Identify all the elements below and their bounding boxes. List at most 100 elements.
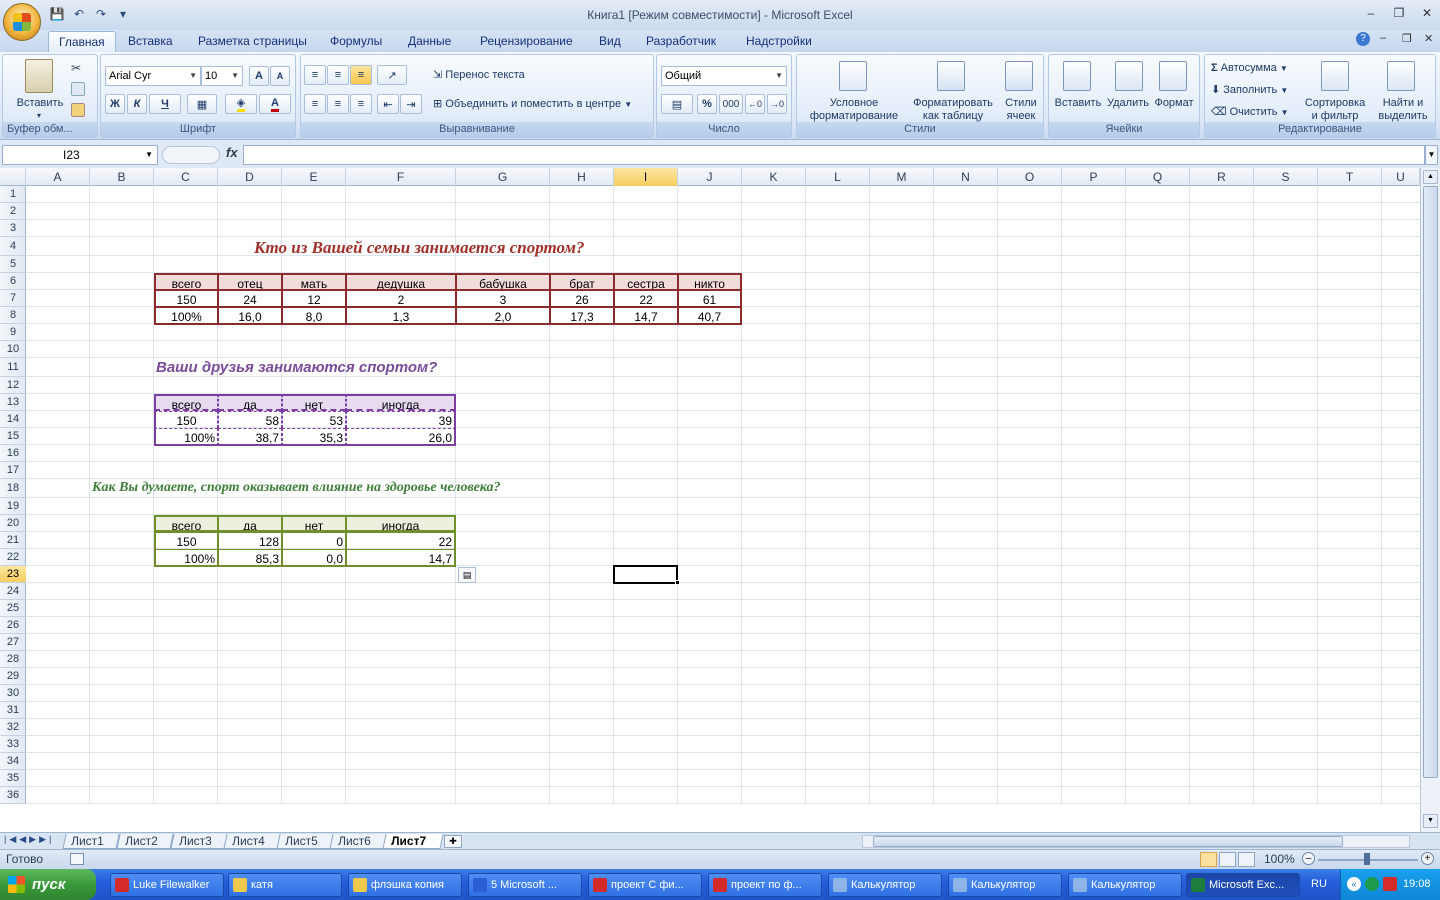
- tab-addins[interactable]: Надстройки: [736, 31, 822, 52]
- format-painter-icon[interactable]: [71, 103, 85, 117]
- expand-formula-icon[interactable]: ▼: [1425, 145, 1438, 165]
- wrap-text-button[interactable]: ⇲ Перенос текста: [433, 66, 525, 84]
- table1-cell[interactable]: 8,0: [282, 307, 346, 325]
- tab-view[interactable]: Вид: [589, 31, 631, 52]
- close-icon[interactable]: ✕: [1418, 5, 1436, 21]
- restore-icon[interactable]: ❐: [1390, 5, 1408, 21]
- table2-cell[interactable]: иногда: [346, 394, 456, 411]
- row-header[interactable]: 30: [0, 685, 26, 702]
- row-header[interactable]: 9: [0, 324, 26, 341]
- column-header[interactable]: A: [26, 168, 90, 186]
- decrease-decimal-icon[interactable]: →0: [767, 94, 787, 114]
- sheet-tab[interactable]: Лист1: [62, 834, 120, 849]
- clear-button[interactable]: ⌫ Очистить ▼: [1211, 103, 1289, 121]
- decrease-indent-icon[interactable]: ⇤: [377, 94, 399, 114]
- align-center-icon[interactable]: ≡: [327, 94, 349, 114]
- align-right-icon[interactable]: ≡: [350, 94, 372, 114]
- merge-center-button[interactable]: ⊞ Объединить и поместить в центре ▼: [433, 95, 632, 113]
- format-as-table-icon[interactable]: [937, 61, 965, 91]
- row-header[interactable]: 32: [0, 719, 26, 736]
- column-header[interactable]: R: [1190, 168, 1254, 186]
- vertical-scrollbar[interactable]: ▲ ▼: [1420, 168, 1440, 832]
- taskbar-item[interactable]: Luke Filewalker: [110, 873, 224, 897]
- table2-cell[interactable]: 39: [346, 411, 456, 428]
- redo-icon[interactable]: ↷: [92, 5, 110, 23]
- borders-button[interactable]: ▦: [187, 94, 217, 114]
- row-header[interactable]: 24: [0, 583, 26, 600]
- column-header[interactable]: H: [550, 168, 614, 186]
- cell-styles-icon[interactable]: [1005, 61, 1033, 91]
- table2-cell[interactable]: 38,7: [218, 428, 282, 446]
- table1-cell[interactable]: 14,7: [614, 307, 678, 325]
- minimize-icon[interactable]: –: [1362, 5, 1380, 21]
- column-header[interactable]: U: [1382, 168, 1420, 186]
- row-header[interactable]: 35: [0, 770, 26, 787]
- zoom-level[interactable]: 100%: [1264, 852, 1295, 866]
- row-header[interactable]: 23: [0, 566, 26, 583]
- column-header[interactable]: O: [998, 168, 1062, 186]
- active-cell[interactable]: [613, 565, 678, 584]
- row-header[interactable]: 36: [0, 787, 26, 804]
- row-header[interactable]: 25: [0, 600, 26, 617]
- undo-icon[interactable]: ↶: [70, 5, 88, 23]
- font-color-button[interactable]: A: [259, 94, 291, 114]
- column-header[interactable]: I: [614, 168, 678, 186]
- align-bottom-icon[interactable]: ≡: [350, 65, 372, 85]
- table3-cell[interactable]: нет: [282, 515, 346, 532]
- table1-cell[interactable]: 17,3: [550, 307, 614, 325]
- table2-cell[interactable]: да: [218, 394, 282, 411]
- table3-cell[interactable]: 150: [154, 532, 218, 549]
- column-header[interactable]: P: [1062, 168, 1126, 186]
- insert-sheet-icon[interactable]: ✚: [444, 835, 462, 848]
- cut-icon[interactable]: ✂: [71, 61, 85, 75]
- table1-cell[interactable]: 40,7: [678, 307, 742, 325]
- page-layout-view-icon[interactable]: [1219, 852, 1236, 867]
- table1-cell[interactable]: брат: [550, 273, 614, 290]
- normal-view-icon[interactable]: [1200, 852, 1217, 867]
- vertical-scroll-thumb[interactable]: [1423, 186, 1438, 778]
- column-header[interactable]: N: [934, 168, 998, 186]
- table3-cell[interactable]: да: [218, 515, 282, 532]
- row-header[interactable]: 10: [0, 341, 26, 358]
- row-header[interactable]: 33: [0, 736, 26, 753]
- font-size-combo[interactable]: 10 ▼: [201, 66, 243, 86]
- table3-cell[interactable]: 0,0: [282, 549, 346, 567]
- find-select-button[interactable]: Найти и выделить: [1371, 97, 1435, 123]
- table2-cell[interactable]: 35,3: [282, 428, 346, 446]
- sheet-tab[interactable]: Лист6: [329, 834, 387, 849]
- column-header[interactable]: T: [1318, 168, 1382, 186]
- table3-cell[interactable]: 22: [346, 532, 456, 549]
- sheet-tab[interactable]: Лист2: [116, 834, 174, 849]
- language-indicator[interactable]: RU: [1311, 878, 1327, 890]
- scroll-up-icon[interactable]: ▲: [1423, 170, 1438, 184]
- customize-qat-icon[interactable]: ▾: [114, 5, 132, 23]
- column-header[interactable]: S: [1254, 168, 1318, 186]
- table1-cell[interactable]: 150: [154, 290, 218, 307]
- thousands-button[interactable]: 000: [719, 94, 743, 114]
- tray-arrow-icon[interactable]: «: [1347, 877, 1361, 891]
- doc-restore-icon[interactable]: ❐: [1402, 32, 1412, 45]
- column-header[interactable]: L: [806, 168, 870, 186]
- taskbar-item[interactable]: Microsoft Exc...: [1186, 873, 1300, 897]
- row-header[interactable]: 13: [0, 394, 26, 411]
- table3-cell[interactable]: 14,7: [346, 549, 456, 567]
- select-all-corner[interactable]: [0, 168, 26, 186]
- table1-cell[interactable]: 2: [346, 290, 456, 307]
- sheet-tab[interactable]: Лист7: [382, 834, 444, 849]
- sheet-tab[interactable]: Лист4: [223, 834, 281, 849]
- tab-review[interactable]: Рецензирование: [470, 31, 583, 52]
- grow-font-button[interactable]: A: [249, 66, 269, 86]
- table1-cell[interactable]: 16,0: [218, 307, 282, 325]
- row-header[interactable]: 15: [0, 428, 26, 445]
- shrink-font-button[interactable]: A: [270, 66, 290, 86]
- table3-cell[interactable]: всего: [154, 515, 218, 532]
- doc-close-icon[interactable]: ✕: [1424, 32, 1433, 45]
- font-name-combo[interactable]: Arial Cyr ▼: [105, 66, 201, 86]
- table1-cell[interactable]: всего: [154, 273, 218, 290]
- row-header[interactable]: 22: [0, 549, 26, 566]
- align-top-icon[interactable]: ≡: [304, 65, 326, 85]
- paste-icon[interactable]: [25, 59, 53, 93]
- row-header[interactable]: 16: [0, 445, 26, 462]
- row-header[interactable]: 8: [0, 307, 26, 324]
- table1-cell[interactable]: 1,3: [346, 307, 456, 325]
